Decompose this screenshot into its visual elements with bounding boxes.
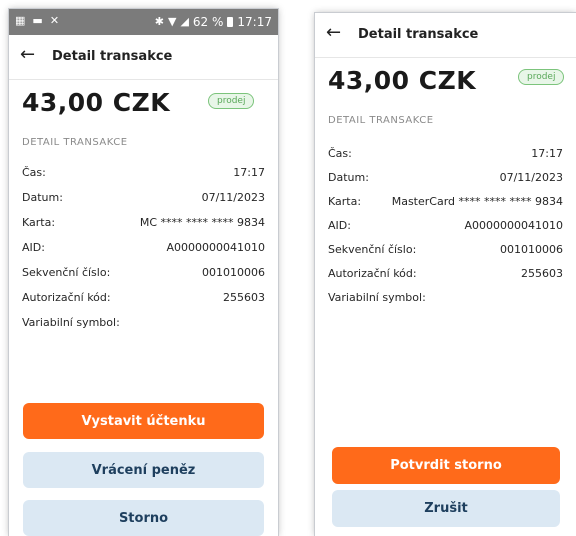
status-bar: ▦ ▬ ✕ ✱ ▼ ◢ 62 % 17:17 xyxy=(9,9,278,35)
row-label: Karta: xyxy=(22,216,56,229)
section-heading: DETAIL TRANSAKCE xyxy=(22,137,128,148)
row-label: Čas: xyxy=(22,166,46,179)
detail-row-card: Karta: MC **** **** **** 9834 xyxy=(22,216,265,241)
battery-icon xyxy=(227,17,234,27)
row-value: 255603 xyxy=(521,267,563,280)
detail-row-aid: AID: A0000000041010 xyxy=(328,219,563,243)
page-title: Detail transakce xyxy=(358,27,479,42)
section-heading: DETAIL TRANSAKCE xyxy=(328,115,434,126)
back-arrow-icon[interactable]: ← xyxy=(20,46,35,64)
row-label: Variabilní symbol: xyxy=(22,316,120,329)
row-label: Datum: xyxy=(22,191,63,204)
row-value: MasterCard **** **** **** 9834 xyxy=(391,195,563,208)
row-value: 001010006 xyxy=(500,243,563,256)
detail-row-auth-code: Autorizační kód: 255603 xyxy=(328,267,563,291)
row-label: Sekvenční číslo: xyxy=(328,243,417,256)
detail-row-time: Čas: 17:17 xyxy=(22,166,265,191)
detail-row-sequence: Sekvenční číslo: 001010006 xyxy=(328,243,563,267)
row-value: A0000000041010 xyxy=(166,241,265,254)
transaction-amount: 43,00 CZK xyxy=(328,66,477,95)
row-label: AID: xyxy=(22,241,45,254)
detail-row-time: Čas: 17:17 xyxy=(328,147,563,171)
row-label: Autorizační kód: xyxy=(22,291,111,304)
detail-row-date: Datum: 07/11/2023 xyxy=(22,191,265,216)
status-badge: prodej xyxy=(518,69,565,85)
signal-icon: ◢ xyxy=(180,15,189,28)
app-bar: ← Detail transakce xyxy=(9,35,278,80)
row-label: AID: xyxy=(328,219,351,232)
issue-receipt-button[interactable]: Vystavit účtenku xyxy=(23,403,264,439)
refund-button[interactable]: Vrácení peněz xyxy=(23,452,264,488)
wifi-icon: ▼ xyxy=(167,15,177,28)
row-value: 07/11/2023 xyxy=(499,171,563,184)
clock: 17:17 xyxy=(237,15,272,29)
transaction-amount: 43,00 CZK xyxy=(22,88,171,117)
detail-row-card: Karta: MasterCard **** **** **** 9834 xyxy=(328,195,563,219)
phone-screen-detail: ▦ ▬ ✕ ✱ ▼ ◢ 62 % 17:17 ← Detail transakc… xyxy=(9,9,278,536)
detail-list: Čas: 17:17 Datum: 07/11/2023 Karta: Mast… xyxy=(328,147,563,315)
app-bar: ← Detail transakce xyxy=(315,13,576,58)
detail-row-variable-symbol: Variabilní symbol: xyxy=(328,291,563,315)
row-value: 17:17 xyxy=(531,147,563,160)
row-label: Karta: xyxy=(328,195,362,208)
phone-screen-confirm-storno: ← Detail transakce 43,00 CZK prodej DETA… xyxy=(315,13,576,536)
page-title: Detail transakce xyxy=(52,49,173,64)
battery-percent: 62 % xyxy=(192,15,224,29)
row-label: Čas: xyxy=(328,147,352,160)
row-label: Datum: xyxy=(328,171,369,184)
row-value: MC **** **** **** 9834 xyxy=(139,216,265,229)
row-value: 001010006 xyxy=(202,266,265,279)
message-icon: ▬ xyxy=(32,14,43,27)
detail-row-variable-symbol: Variabilní symbol: xyxy=(22,316,265,341)
row-label: Autorizační kód: xyxy=(328,267,417,280)
app-notification-icon: ▦ xyxy=(15,14,26,27)
bluetooth-icon: ✱ xyxy=(154,15,164,28)
x-icon: ✕ xyxy=(49,14,60,27)
row-value: 255603 xyxy=(223,291,265,304)
row-label: Variabilní symbol: xyxy=(328,291,426,304)
back-arrow-icon[interactable]: ← xyxy=(326,24,341,42)
detail-row-aid: AID: A0000000041010 xyxy=(22,241,265,266)
row-value: 17:17 xyxy=(233,166,265,179)
detail-row-sequence: Sekvenční číslo: 001010006 xyxy=(22,266,265,291)
row-value: A0000000041010 xyxy=(464,219,563,232)
row-label: Sekvenční číslo: xyxy=(22,266,111,279)
cancel-button[interactable]: Zrušit xyxy=(332,490,560,527)
status-badge: prodej xyxy=(208,93,255,109)
confirm-storno-button[interactable]: Potvrdit storno xyxy=(332,447,560,484)
detail-row-auth-code: Autorizační kód: 255603 xyxy=(22,291,265,316)
storno-button[interactable]: Storno xyxy=(23,500,264,536)
detail-list: Čas: 17:17 Datum: 07/11/2023 Karta: MC *… xyxy=(22,166,265,341)
detail-row-date: Datum: 07/11/2023 xyxy=(328,171,563,195)
row-value: 07/11/2023 xyxy=(201,191,265,204)
